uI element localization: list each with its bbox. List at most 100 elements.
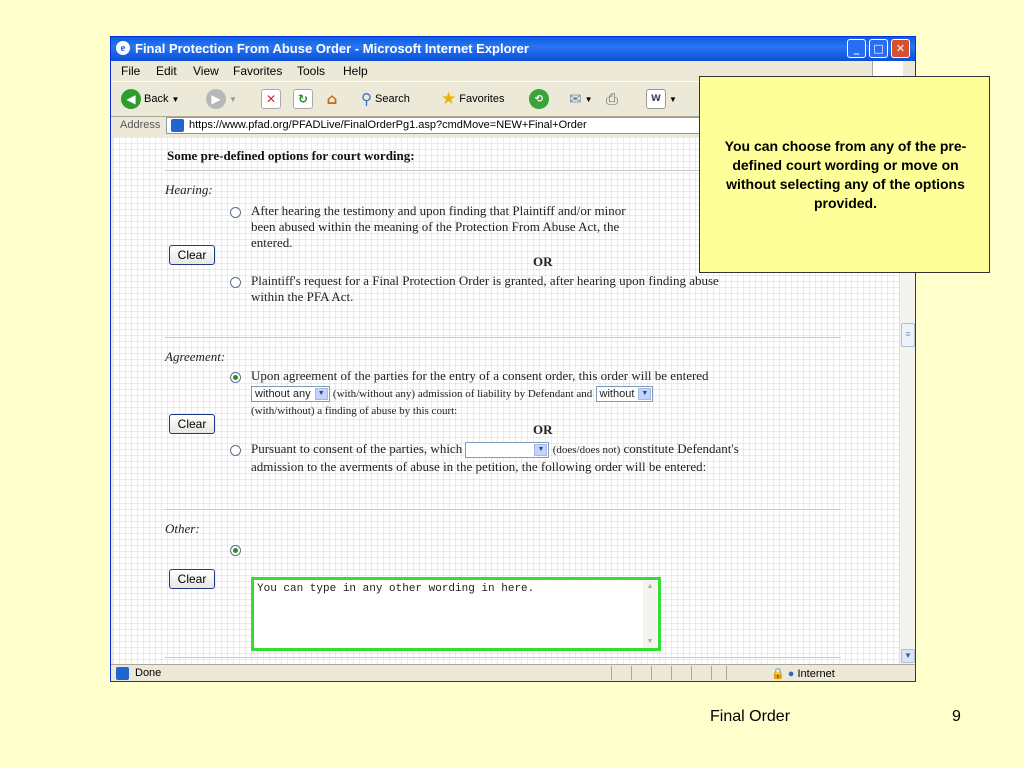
callout-note: You can choose from any of the pre-defin… (699, 76, 990, 273)
close-button[interactable]: ✕ (891, 39, 910, 58)
other-wording-textarea[interactable]: You can type in any other wording in her… (251, 577, 661, 651)
home-icon: ⌂ (326, 90, 338, 108)
hearing-option-2-line-2: within the PFA Act. (251, 289, 354, 304)
mail-dropdown-icon: ▼ (584, 94, 593, 104)
finding-select-value: without (599, 388, 635, 401)
favorites-button[interactable]: ★ Favorites (441, 89, 505, 109)
scroll-down-icon[interactable]: ▼ (901, 649, 915, 663)
agreement-clear-button[interactable]: Clear (169, 414, 215, 434)
finding-select[interactable]: without ▼ (595, 386, 654, 403)
page-heading: Some pre-defined options for court wordi… (167, 148, 415, 163)
forward-arrow-icon: ▶ (206, 89, 226, 109)
stop-button[interactable]: ✕ (261, 89, 281, 109)
agreement-option-1-line-1: Upon agreement of the parties for the en… (251, 368, 709, 383)
other-wording-text: You can type in any other wording in her… (257, 583, 535, 595)
liability-select-value: without any (255, 388, 311, 401)
globe-icon: ● (787, 668, 795, 680)
menu-view[interactable]: View (193, 64, 219, 78)
liability-select-hint: (with/without any) admission of liabilit… (332, 388, 593, 400)
agreement-or-separator: OR (533, 422, 553, 437)
other-option-radio[interactable] (230, 545, 241, 556)
other-clear-button[interactable]: Clear (169, 569, 215, 589)
history-button[interactable]: ⟲ (529, 89, 549, 109)
stop-icon: ✕ (261, 89, 281, 109)
maximize-button[interactable]: □ (869, 39, 888, 58)
security-zone: 🔒 ● Internet (771, 667, 835, 680)
hearing-option-1-radio[interactable] (230, 207, 241, 218)
favorites-label: Favorites (459, 93, 505, 105)
forward-button[interactable]: ▶ ▼ (206, 89, 237, 109)
agreement-section-label: Agreement: (165, 349, 226, 364)
edit-dropdown-icon: ▼ (669, 94, 677, 104)
minimize-button[interactable]: _ (847, 39, 866, 58)
status-separator (711, 666, 712, 680)
chevron-down-icon: ▼ (534, 444, 548, 457)
agreement-option-2-line-1: Pursuant to consent of the parties, whic… (251, 441, 739, 459)
agreement-option-1-radio[interactable] (230, 372, 241, 383)
back-dropdown-icon: ▼ (171, 94, 180, 104)
forward-dropdown-icon: ▼ (229, 94, 237, 104)
scroll-down-icon[interactable]: ▼ (644, 636, 656, 648)
hearing-section-label: Hearing: (165, 182, 213, 197)
favorites-star-icon: ★ (441, 89, 457, 108)
hearing-clear-button[interactable]: Clear (169, 245, 215, 265)
other-section-label: Other: (165, 521, 200, 536)
home-button[interactable]: ⌂ (323, 89, 341, 109)
word-edit-icon: W (646, 89, 666, 109)
agreement-option-1-line-3: (with/without) a finding of abuse by thi… (251, 405, 458, 417)
back-label: Back (144, 93, 169, 105)
menu-file[interactable]: File (121, 64, 140, 78)
hearing-or-separator: OR (533, 254, 553, 269)
scroll-up-icon[interactable]: ▲ (644, 581, 656, 593)
menu-favorites[interactable]: Favorites (233, 64, 282, 78)
menu-edit[interactable]: Edit (156, 64, 177, 78)
scrollbar-thumb[interactable]: ≡ (901, 323, 915, 347)
status-separator (651, 666, 652, 680)
page-icon (171, 119, 184, 132)
back-arrow-icon: ◀ (121, 89, 141, 109)
agreement-option-2-radio[interactable] (230, 445, 241, 456)
liability-select[interactable]: without any ▼ (251, 386, 330, 403)
status-separator (726, 666, 727, 680)
agreement-option-2-line-2: admission to the averments of abuse in t… (251, 459, 707, 474)
agreement-option-1-line-2: without any ▼ (with/without any) admissio… (251, 385, 654, 403)
callout-text: You can choose from any of the pre-defin… (724, 138, 967, 211)
edit-button[interactable]: W ▼ (646, 89, 677, 109)
menu-tools[interactable]: Tools (297, 64, 325, 78)
textarea-scrollbar[interactable]: ▲ ▼ (643, 581, 657, 648)
hearing-option-1-line-2: been abused within the meaning of the Pr… (251, 219, 620, 234)
status-separator (631, 666, 632, 680)
divider (165, 337, 841, 339)
search-icon: ⚲ (361, 91, 372, 108)
back-button[interactable]: ◀ Back ▼ (121, 89, 179, 109)
chevron-down-icon: ▼ (638, 388, 652, 401)
title-bar[interactable]: e Final Protection From Abuse Order - Mi… (111, 37, 915, 61)
window-title: Final Protection From Abuse Order - Micr… (135, 41, 529, 56)
security-zone-label: Internet (797, 668, 835, 680)
print-button[interactable]: ⎙ (606, 89, 618, 109)
chevron-down-icon: ▼ (314, 388, 328, 401)
refresh-button[interactable]: ↻ (293, 89, 313, 109)
status-separator (671, 666, 672, 680)
menu-help[interactable]: Help (343, 64, 368, 78)
mail-icon: ✉ (569, 91, 582, 108)
status-separator (611, 666, 612, 680)
lock-icon: 🔒 (771, 668, 785, 680)
hearing-option-1-line-1: After hearing the testimony and upon fin… (251, 203, 626, 218)
status-text: Done (135, 667, 162, 679)
consent-select[interactable]: ▼ (465, 442, 550, 459)
ie-logo-icon: e (116, 41, 130, 55)
agreement-option-2-prefix: Pursuant to consent of the parties, whic… (251, 441, 463, 456)
address-label: Address (120, 119, 161, 131)
hearing-option-1-line-3: entered. (251, 235, 293, 250)
hearing-option-2-line-1: Plaintiff's request for a Final Protecti… (251, 273, 719, 288)
search-button[interactable]: ⚲ Search (361, 89, 410, 109)
footer-title: Final Order (710, 708, 791, 725)
search-label: Search (375, 93, 410, 105)
hearing-option-2-radio[interactable] (230, 277, 241, 288)
divider (165, 657, 841, 659)
status-separator (691, 666, 692, 680)
status-bar: Done 🔒 ● Internet (111, 664, 915, 681)
mail-button[interactable]: ✉ ▼ (569, 89, 593, 109)
print-icon: ⎙ (606, 90, 619, 108)
